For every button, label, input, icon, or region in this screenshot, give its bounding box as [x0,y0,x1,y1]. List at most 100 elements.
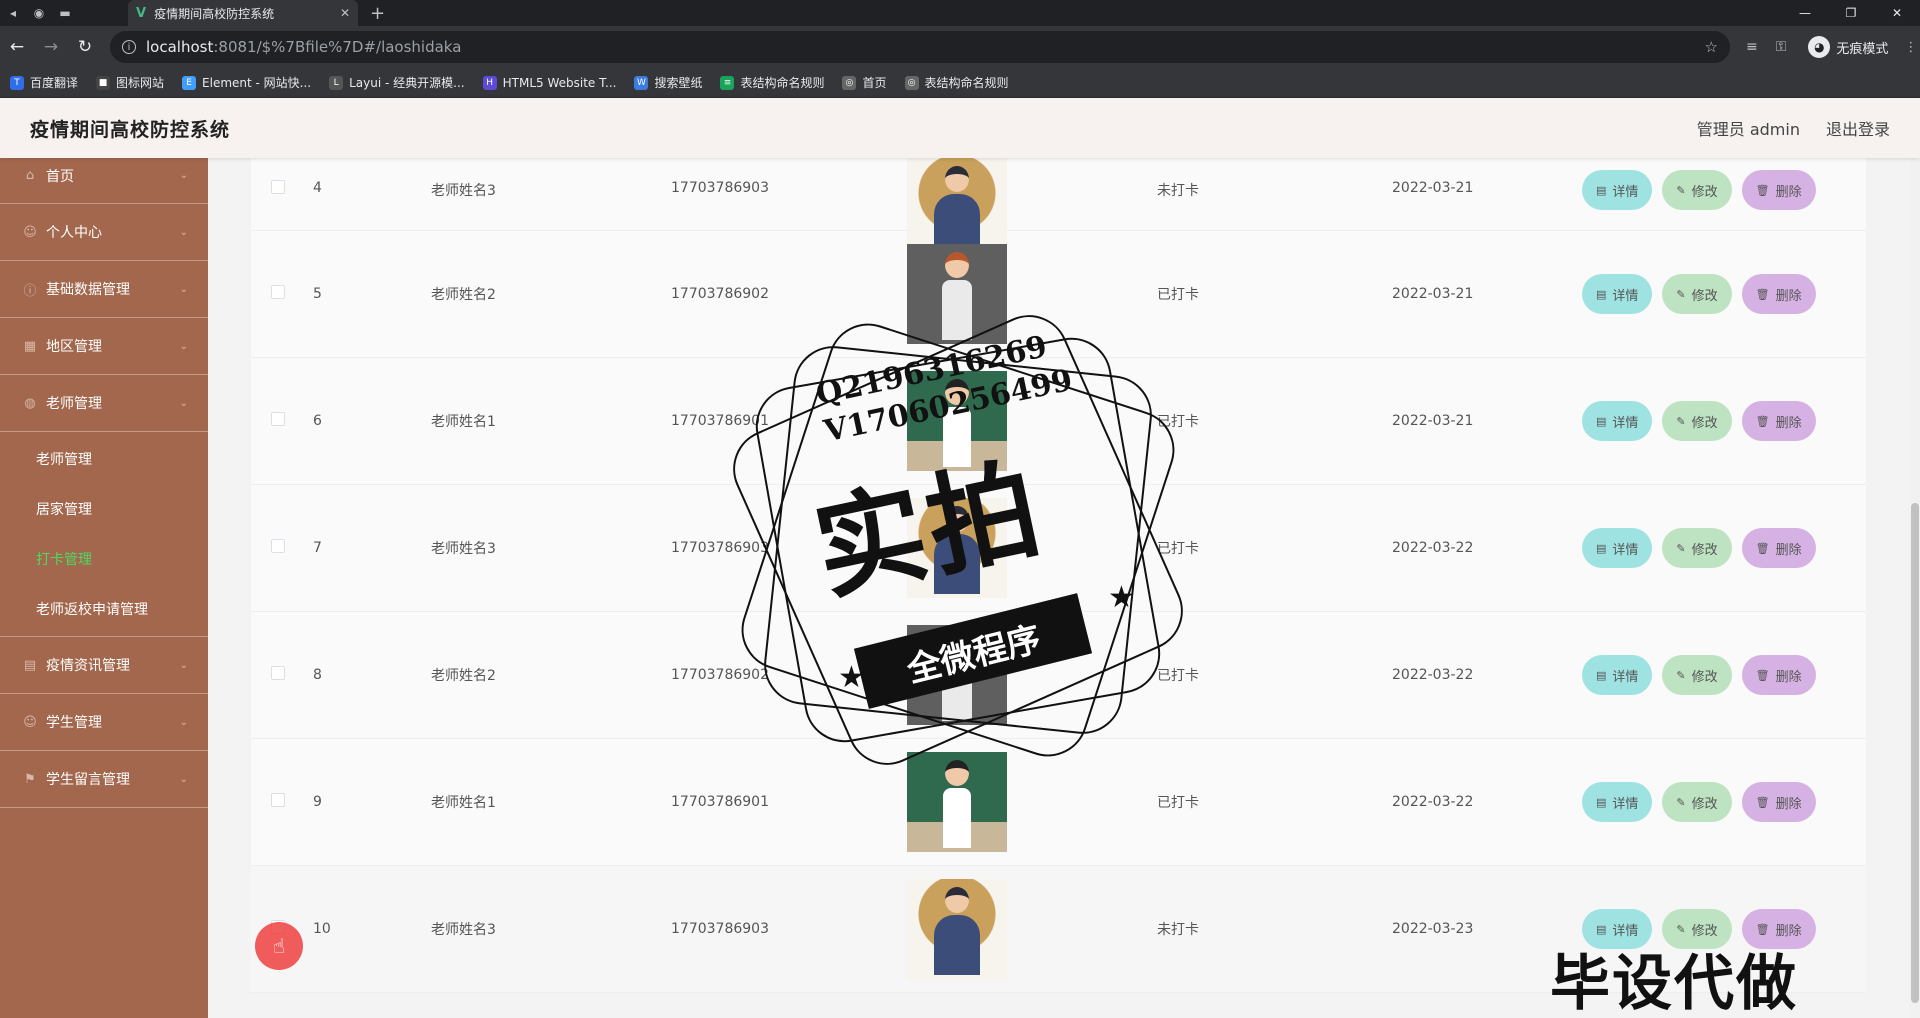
bookmark-item[interactable]: E Element - 网站快... [182,74,311,91]
forward-icon[interactable]: → [34,30,68,64]
edit-button[interactable]: ✎ 修改 [1662,782,1732,822]
row-index: 9 [313,794,322,810]
detail-button[interactable]: ▤ 详情 [1582,528,1653,568]
bookmark-item[interactable]: W 搜索壁纸 [634,74,702,91]
bookmark-item[interactable]: ■ 图标网站 [96,74,164,91]
teacher-photo [907,244,1007,344]
detail-button[interactable]: ▤ 详情 [1582,170,1653,210]
delete-icon: 🗑 [1755,183,1770,197]
bookmark-icon: ◎ [904,75,919,90]
bookmark-item[interactable]: H HTML5 Website T... [482,75,616,90]
row-checkbox[interactable] [271,666,285,680]
bookmark-icon: ≡ [720,75,735,90]
window-controls: — ❐ ✕ [1782,0,1920,26]
sidebar-item[interactable]: ▤ 疫情资讯管理 ⌄ [0,637,208,694]
detail-button[interactable]: ▤ 详情 [1582,274,1653,314]
edit-button[interactable]: ✎ 修改 [1662,170,1732,210]
delete-icon: 🗑 [1755,795,1770,809]
sidebar-subitem[interactable]: 老师返校申请管理 [0,584,208,634]
reload-icon[interactable]: ↻ [68,30,102,64]
bookmark-item[interactable]: ◎ 表结构命名规则 [904,74,1009,91]
teacher-phone: 17703786903 [671,921,769,937]
teacher-photo-cell [907,244,1157,344]
bookmark-icon: W [634,75,649,90]
punch-status: 已打卡 [1157,541,1199,557]
speaker-icon[interactable]: ◂ [0,0,26,26]
bookmark-icon: E [182,75,197,90]
tab-title: 疫情期间高校防控系统 [154,6,275,21]
delete-button[interactable]: 🗑 删除 [1741,782,1816,822]
delete-button[interactable]: 🗑 删除 [1741,401,1816,441]
site-info-icon[interactable]: i [122,40,136,54]
bookmark-item[interactable]: L Layui - 经典开源模... [329,74,465,91]
detail-button[interactable]: ▤ 详情 [1582,655,1653,695]
sidebar-item[interactable]: ◍ 老师管理 ⌄ [0,375,208,432]
edit-icon: ✎ [1676,541,1686,555]
punch-status: 未打卡 [1157,183,1199,199]
row-checkbox[interactable] [271,793,285,807]
row-checkbox-cell [251,539,301,557]
sidebar-item-label: 学生留言管理 [46,772,130,788]
sidebar-subitem[interactable]: 打卡管理 [0,534,208,584]
reading-list-icon[interactable]: ≡ [1746,39,1758,55]
page-scrollbar[interactable] [1910,158,1920,1018]
delete-button[interactable]: 🗑 删除 [1741,528,1816,568]
incognito-badge[interactable]: ◕ 无痕模式 [1808,36,1888,58]
teacher-phone: 17703786901 [671,413,769,429]
sidebar-subitem[interactable]: 老师管理 [0,434,208,484]
key-icon[interactable]: ⚿ [1776,39,1787,55]
edit-button[interactable]: ✎ 修改 [1662,401,1732,441]
edit-button[interactable]: ✎ 修改 [1662,274,1732,314]
table-row: 4 老师姓名3 17703786903 未打卡 2022-03-21 ▤ 详情 ✎ 修改 🗑 删除 [251,158,1866,258]
window-icon[interactable]: ▬ [52,0,78,26]
sidebar-subitem[interactable]: 居家管理 [0,484,208,534]
minimize-icon[interactable]: — [1782,0,1828,26]
bookmark-star-icon[interactable]: ☆ [1705,38,1718,56]
sidebar-item[interactable]: ⚑ 学生留言管理 ⌄ [0,751,208,808]
figure-body [934,915,980,975]
back-icon[interactable]: ← [0,30,34,64]
edit-button-label: 修改 [1691,184,1718,200]
new-tab-icon[interactable]: + [370,3,385,24]
logout-link[interactable]: 退出登录 [1826,116,1890,140]
sidebar-item[interactable]: ⓘ 基础数据管理 ⌄ [0,261,208,318]
bookmark-item[interactable]: ≡ 表结构命名规则 [720,74,824,91]
punch-date: 2022-03-21 [1392,286,1474,302]
row-checkbox[interactable] [271,539,285,553]
close-window-icon[interactable]: ✕ [1874,0,1920,26]
teacher-photo [907,625,1007,725]
row-checkbox[interactable] [271,412,285,426]
table-row: 6 老师姓名1 17703786901 已打卡 2022-03-21 ▤ 详情 ✎ 修改 🗑 删除 [251,358,1866,485]
sidebar-item[interactable]: ☺ 学生管理 ⌄ [0,694,208,751]
delete-icon: 🗑 [1755,541,1770,555]
delete-button[interactable]: 🗑 删除 [1741,170,1816,210]
delete-button[interactable]: 🗑 删除 [1741,655,1816,695]
scrollbar-thumb[interactable] [1911,503,1919,1003]
bookmark-item[interactable]: ◎ 首页 [842,74,887,91]
delete-button[interactable]: 🗑 删除 [1741,274,1816,314]
url-input[interactable]: i localhost:8081/$%7Bfile%7D#/laoshidaka… [110,31,1730,63]
sidebar-item-label: 老师管理 [46,396,102,412]
restore-icon[interactable]: ❐ [1828,0,1874,26]
browser-tab[interactable]: V 疫情期间高校防控系统 ✕ [128,0,358,26]
row-actions: ▤ 详情 ✎ 修改 🗑 删除 [1582,170,1816,210]
delete-button-label: 删除 [1775,184,1802,200]
detail-button[interactable]: ▤ 详情 [1582,401,1653,441]
close-tab-icon[interactable]: ✕ [340,6,350,20]
bookmark-label: 表结构命名规则 [740,76,825,90]
row-checkbox[interactable] [271,285,285,299]
more-menu-icon[interactable]: ⋮ [1904,40,1917,55]
sidebar-item[interactable]: ☺ 个人中心 ⌄ [0,204,208,261]
app-title: 疫情期间高校防控系统 [30,118,231,141]
edit-button[interactable]: ✎ 修改 [1662,528,1732,568]
edit-button[interactable]: ✎ 修改 [1662,655,1732,695]
detail-button[interactable]: ▤ 详情 [1582,782,1653,822]
sidebar-item[interactable]: ▦ 地区管理 ⌄ [0,318,208,375]
figure-head [945,379,969,405]
figure-body [942,280,972,340]
bookmark-item[interactable]: T 百度翻译 [10,74,78,91]
chevron-down-icon: ⌄ [179,773,188,785]
globe-icon[interactable]: ◉ [26,0,52,26]
edit-button-label: 修改 [1691,415,1718,431]
row-checkbox[interactable] [271,180,285,194]
